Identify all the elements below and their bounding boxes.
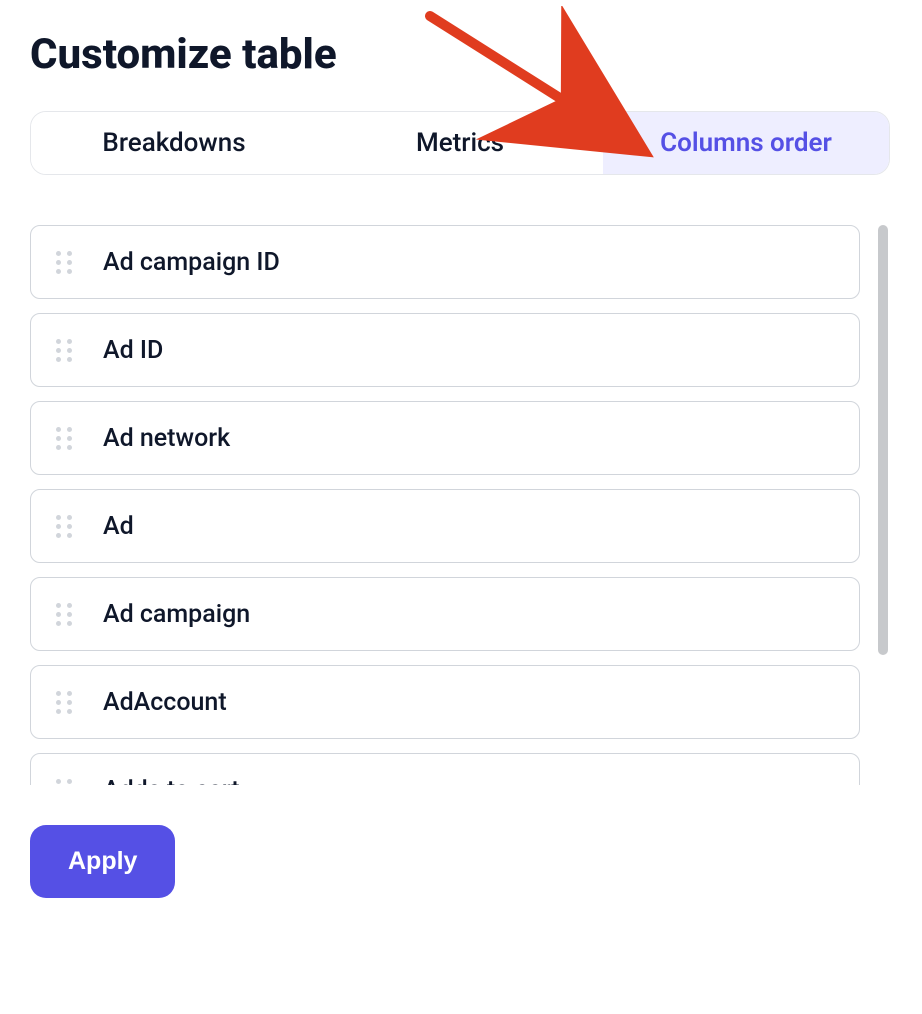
column-row[interactable]: Ad campaign bbox=[30, 577, 860, 651]
drag-handle-icon[interactable] bbox=[53, 511, 75, 541]
tab-metrics[interactable]: Metrics bbox=[317, 112, 603, 174]
scrollbar-thumb[interactable] bbox=[878, 225, 888, 655]
column-label: Ad bbox=[103, 512, 134, 541]
column-row[interactable]: AdAccount bbox=[30, 665, 860, 739]
tab-breakdowns[interactable]: Breakdowns bbox=[31, 112, 317, 174]
drag-handle-icon[interactable] bbox=[53, 775, 75, 785]
tabs: Breakdowns Metrics Columns order bbox=[30, 111, 890, 175]
column-label: Ad campaign ID bbox=[103, 248, 280, 277]
column-row[interactable]: Ad bbox=[30, 489, 860, 563]
column-row[interactable]: Adds to cart bbox=[30, 753, 860, 785]
page-title: Customize table bbox=[30, 30, 892, 79]
drag-handle-icon[interactable] bbox=[53, 687, 75, 717]
drag-handle-icon[interactable] bbox=[53, 599, 75, 629]
scrollbar-track[interactable] bbox=[876, 225, 890, 785]
column-label: Ad campaign bbox=[103, 600, 250, 629]
column-row[interactable]: Ad network bbox=[30, 401, 860, 475]
drag-handle-icon[interactable] bbox=[53, 335, 75, 365]
column-label: Ad ID bbox=[103, 336, 163, 365]
column-label: Adds to cart bbox=[103, 776, 240, 786]
columns-list: Ad campaign ID Ad ID Ad network Ad bbox=[30, 225, 860, 785]
column-label: AdAccount bbox=[103, 688, 227, 717]
column-row[interactable]: Ad ID bbox=[30, 313, 860, 387]
drag-handle-icon[interactable] bbox=[53, 247, 75, 277]
drag-handle-icon[interactable] bbox=[53, 423, 75, 453]
column-row[interactable]: Ad campaign ID bbox=[30, 225, 860, 299]
column-label: Ad network bbox=[103, 424, 230, 453]
columns-list-container: Ad campaign ID Ad ID Ad network Ad bbox=[30, 225, 890, 785]
tab-columns-order[interactable]: Columns order bbox=[603, 112, 889, 174]
apply-button[interactable]: Apply bbox=[30, 825, 175, 898]
